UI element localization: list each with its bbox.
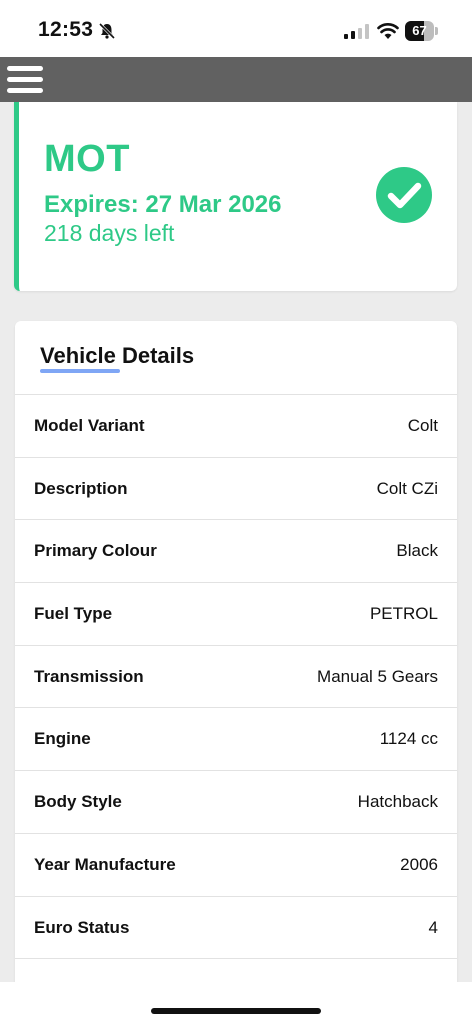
home-indicator[interactable] [151, 1008, 321, 1014]
mot-expiry-date: Expires: 27 Mar 2026 [44, 191, 282, 218]
cellular-signal-icon [344, 24, 369, 39]
detail-value: Colt [407, 416, 438, 435]
detail-value: Black [396, 541, 438, 561]
detail-row-model-variant: Model Variant Colt [15, 394, 457, 457]
detail-row-engine: Engine 1124 cc [15, 707, 457, 770]
nav-bar [0, 57, 472, 102]
mot-days-left: 218 days left [44, 220, 175, 246]
detail-label: Model Variant [34, 416, 145, 435]
detail-label: Description [34, 478, 128, 498]
detail-label: Primary Colour [34, 541, 157, 561]
battery-indicator: 67 [405, 21, 439, 41]
detail-row-transmission: Transmission Manual 5 Gears [15, 644, 457, 708]
wifi-icon [377, 23, 399, 39]
detail-value: 1124 cc [379, 729, 438, 749]
detail-value: 2006 [400, 854, 438, 874]
detail-label: Euro Status [34, 917, 130, 937]
mot-card: MOT Expires: 27 Mar 2026 218 days left [14, 102, 457, 291]
detail-label: Fuel Type [34, 604, 113, 624]
detail-row-fuel-type: Fuel Type PETROL [15, 582, 457, 645]
detail-row-description: Description Colt CZi [15, 456, 457, 520]
vehicle-details-list: Model Variant Colt Description Colt CZi … [15, 394, 457, 1001]
status-bar: 12:53 67 [0, 0, 472, 57]
detail-row-year-manufacture: Year Manufacture 2006 [15, 832, 457, 896]
detail-value: 4 [428, 917, 438, 937]
bell-muted-icon [98, 22, 116, 40]
detail-label: Engine [34, 729, 91, 749]
hamburger-menu-icon[interactable] [7, 66, 43, 94]
vehicle-details-card: Vehicle Details Model Variant Colt Descr… [15, 321, 457, 1001]
detail-value: PETROL [369, 604, 438, 624]
detail-row-euro-status: Euro Status 4 [15, 895, 457, 959]
vehicle-details-title: Vehicle Details [40, 343, 195, 368]
battery-level: 67 [412, 23, 427, 38]
detail-value: Manual 5 Gears [317, 666, 438, 686]
detail-row-primary-colour: Primary Colour Black [15, 519, 457, 582]
detail-value: Colt CZi [376, 478, 438, 498]
status-time: 12:53 [38, 18, 94, 41]
detail-label: Transmission [34, 666, 144, 686]
detail-value: Hatchback [357, 792, 438, 812]
detail-row-body-style: Body Style Hatchback [15, 770, 457, 833]
detail-label: Year Manufacture [34, 854, 176, 874]
check-circle-icon [376, 167, 432, 223]
title-underline [40, 369, 120, 373]
mot-title: MOT [44, 138, 130, 180]
detail-label: Body Style [34, 792, 122, 812]
home-indicator-area [0, 982, 472, 1024]
